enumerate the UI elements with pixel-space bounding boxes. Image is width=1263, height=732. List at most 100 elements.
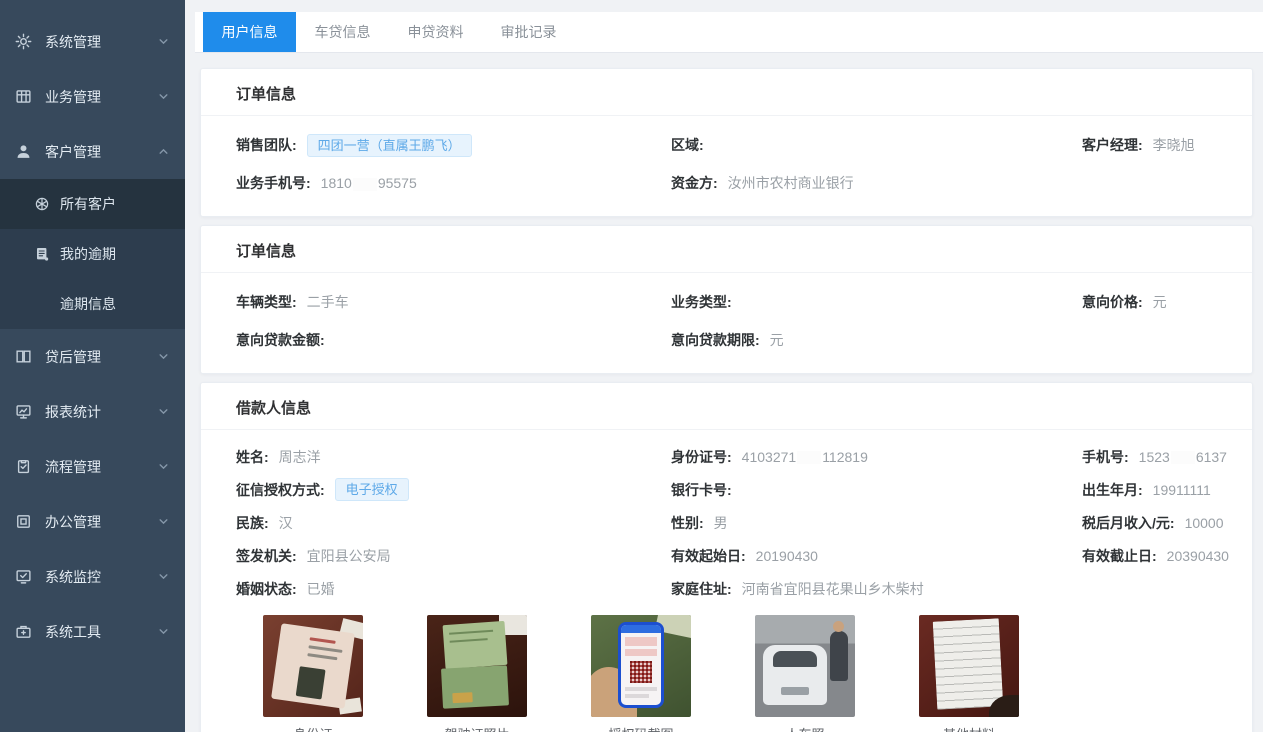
sidebar-item-label: 系统监控: [45, 567, 158, 587]
decor: [449, 630, 493, 635]
decor: [763, 645, 827, 705]
field-value: 宜阳县公安局: [307, 546, 391, 566]
decor: [452, 692, 472, 703]
monitor-icon: [14, 402, 33, 421]
tab-approval-records[interactable]: 审批记录: [482, 12, 575, 52]
field-credit-auth-method: 征信授权方式: 电子授权: [236, 478, 671, 501]
decor: [441, 665, 509, 708]
sidebar-item-customer-management[interactable]: 客户管理: [0, 124, 185, 179]
sidebar-item-system-monitor[interactable]: 系统监控: [0, 549, 185, 604]
field-value: 汝州市农村商业银行: [728, 173, 854, 193]
value-prefix: 4103271: [742, 449, 797, 465]
redaction-block: [353, 178, 377, 191]
field-label: 征信授权方式:: [236, 480, 325, 500]
photo-thumb-document[interactable]: [919, 615, 1019, 717]
field-marital-status: 婚姻状态: 已婚: [236, 579, 671, 599]
chevron-up-icon: [158, 146, 169, 157]
field-label: 业务类型:: [671, 292, 732, 312]
chevron-down-icon: [158, 461, 169, 472]
credit-auth-tag[interactable]: 电子授权: [335, 478, 409, 501]
qr-code: [630, 661, 652, 683]
chevron-down-icon: [158, 91, 169, 102]
decor: [307, 653, 337, 660]
sidebar-item-process-management[interactable]: 流程管理: [0, 439, 185, 494]
photo-thumb-person-with-car[interactable]: [755, 615, 855, 717]
field-ethnicity: 民族: 汉: [236, 513, 671, 533]
field-label: 手机号:: [1082, 447, 1129, 467]
photo-thumb-id-card[interactable]: [263, 615, 363, 717]
field-value: 20390430: [1167, 548, 1229, 564]
monitor-check-icon: [14, 567, 33, 586]
chevron-down-icon: [158, 571, 169, 582]
photo-labels: 身份证 驾驶证照片 授权码截图 人车照 其他材料: [201, 724, 1252, 732]
decor: [310, 637, 336, 644]
main-content: 用户信息 车贷信息 申贷资料 审批记录 订单信息 销售团队: 四团一营（直属王鹏…: [185, 0, 1263, 732]
sidebar-item-office-management[interactable]: 办公管理: [0, 494, 185, 549]
chevron-down-icon: [158, 406, 169, 417]
field-label: 签发机关:: [236, 546, 297, 566]
field-business-phone: 业务手机号: 181095575: [236, 173, 671, 193]
photo-thumb-license-booklet[interactable]: [427, 615, 527, 717]
field-intended-price: 意向价格: 元: [1082, 292, 1217, 312]
tab-label: 车贷信息: [315, 22, 371, 42]
field-row: 签发机关: 宜阳县公安局 有效起始日: 20190430 有效截止日: 2039…: [201, 539, 1252, 572]
field-label: 民族:: [236, 513, 269, 533]
field-label: 家庭住址:: [671, 579, 732, 599]
redaction-block: [797, 451, 821, 464]
tab-user-info[interactable]: 用户信息: [203, 12, 296, 52]
card-title: 订单信息: [201, 226, 1252, 273]
photo-thumb-auth-qr-screenshot[interactable]: [591, 615, 691, 717]
sales-team-tag[interactable]: 四团一营（直属王鹏飞）: [307, 134, 472, 157]
field-row: 业务手机号: 181095575 资金方: 汝州市农村商业银行: [201, 164, 1252, 202]
field-bank-card: 银行卡号:: [671, 480, 1082, 500]
sidebar: 系统管理 业务管理 客户管理 所有客户 我的逾期 逾期信息: [0, 0, 185, 732]
customer-management-submenu: 所有客户 我的逾期 逾期信息: [0, 179, 185, 329]
sidebar-item-postloan-management[interactable]: 贷后管理: [0, 329, 185, 384]
sidebar-item-all-customers[interactable]: 所有客户: [0, 179, 185, 229]
sidebar-item-label: 客户管理: [45, 142, 158, 162]
photo-label: 授权码截图: [591, 724, 691, 732]
field-label: 意向贷款期限:: [671, 330, 760, 350]
redaction-block: [1171, 451, 1195, 464]
user-icon: [14, 142, 33, 161]
sidebar-item-label: 贷后管理: [45, 347, 158, 367]
field-label: 有效起始日:: [671, 546, 746, 566]
sidebar-item-business-management[interactable]: 业务管理: [0, 69, 185, 124]
clipboard-icon: [14, 457, 33, 476]
value-suffix: 112819: [822, 449, 868, 465]
card-title: 订单信息: [201, 69, 1252, 116]
sidebar-item-report-statistics[interactable]: 报表统计: [0, 384, 185, 439]
field-value: 李晓旭: [1153, 135, 1195, 155]
field-gender: 性别: 男: [671, 513, 1082, 533]
decor: [773, 651, 817, 667]
sidebar-item-my-overdue[interactable]: 我的逾期: [0, 229, 185, 279]
decor: [830, 631, 848, 681]
decor: [443, 621, 508, 669]
grid-icon: [14, 87, 33, 106]
field-row: 征信授权方式: 电子授权 银行卡号: 出生年月: 19911111: [201, 473, 1252, 506]
field-value: 20190430: [756, 548, 818, 564]
sidebar-item-overdue-info[interactable]: 逾期信息: [0, 279, 185, 329]
value-prefix: 1523: [1139, 449, 1170, 465]
order-info-card-1: 订单信息 销售团队: 四团一营（直属王鹏飞） 区域: 客户经理: 李晓旭 业务手: [200, 68, 1253, 217]
chevron-down-icon: [158, 36, 169, 47]
field-value: 二手车: [307, 292, 349, 312]
tab-car-loan-info[interactable]: 车贷信息: [296, 12, 389, 52]
decor: [618, 622, 664, 708]
field-value: 181095575: [321, 175, 417, 191]
decor: [933, 618, 1004, 709]
field-label: 税后月收入/元:: [1082, 513, 1175, 533]
field-birth-date: 出生年月: 19911111: [1082, 480, 1217, 500]
photo-label: 身份证: [263, 724, 363, 732]
field-value: 19911111: [1153, 482, 1211, 498]
photo-label: 驾驶证照片: [427, 724, 527, 732]
decor: [625, 637, 657, 646]
decor: [625, 694, 649, 698]
field-account-manager: 客户经理: 李晓旭: [1082, 135, 1217, 155]
field-label: 意向贷款金额:: [236, 330, 325, 350]
sidebar-item-system-management[interactable]: 系统管理: [0, 14, 185, 69]
field-label: 姓名:: [236, 447, 269, 467]
chevron-down-icon: [158, 351, 169, 362]
tab-loan-application-docs[interactable]: 申贷资料: [389, 12, 482, 52]
sidebar-item-system-tools[interactable]: 系统工具: [0, 604, 185, 659]
